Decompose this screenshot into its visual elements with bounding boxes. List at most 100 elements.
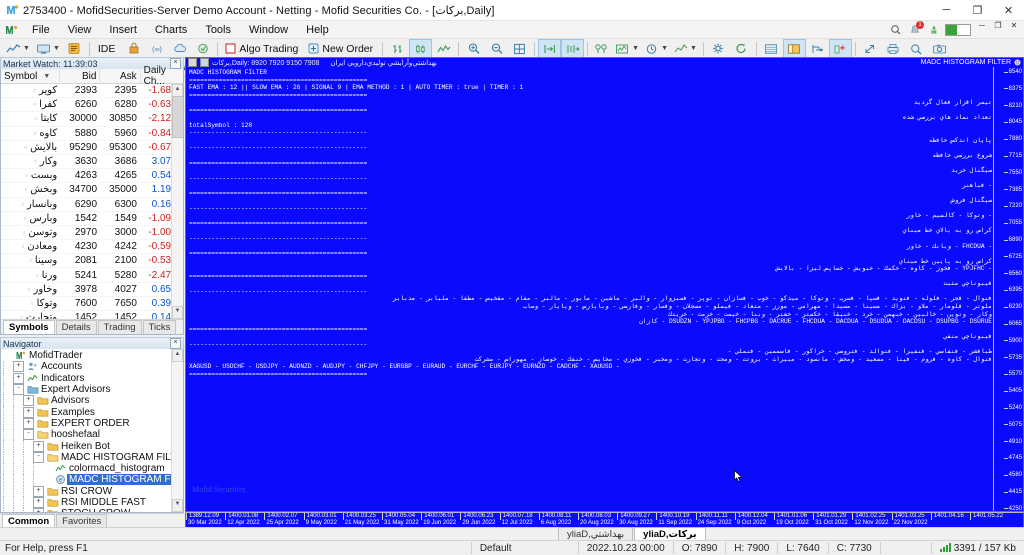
column-header-ask[interactable]: Ask: [100, 69, 141, 83]
tree-node-mofidtrader[interactable]: MofidTrader: [3, 350, 183, 361]
screenshot-button[interactable]: [928, 39, 951, 58]
fullscreen-button[interactable]: [859, 39, 882, 58]
table-row[interactable]: وبارس ▫ 1542 1549 -1.09%: [1, 212, 183, 226]
status-profile[interactable]: Default: [470, 542, 578, 554]
print-preview-button[interactable]: [905, 39, 928, 58]
tab-details[interactable]: Details: [55, 320, 97, 334]
close-button[interactable]: ✕: [993, 0, 1024, 20]
tree-expander-icon[interactable]: +: [33, 440, 44, 452]
table-row[interactable]: وتوسن ▫ 2970 3000 -1.00%: [1, 226, 183, 241]
column-header-symbol[interactable]: Symbol ▼: [1, 69, 61, 83]
objects-list-button[interactable]: ▼: [612, 40, 642, 58]
menu-item-window[interactable]: Window: [240, 23, 297, 37]
menu-item-file[interactable]: File: [23, 23, 59, 37]
table-row[interactable]: كفرا ▫ 6260 6280 -0.63%: [1, 98, 183, 113]
tree-node-advisors[interactable]: + Advisors: [3, 395, 183, 407]
tree-expander-icon[interactable]: +: [23, 406, 34, 418]
tab-common[interactable]: Common: [2, 514, 56, 528]
tree-node-colormacd-histogram[interactable]: colormacd_histogram: [3, 462, 183, 475]
tree-expander-icon[interactable]: -: [13, 384, 24, 396]
menu-item-tools[interactable]: Tools: [196, 23, 240, 37]
tree-expander-icon[interactable]: +: [23, 395, 34, 407]
tree-node-rsi-middle-fast[interactable]: + RSI MIDDLE FAST: [3, 496, 183, 509]
navigator-tree-body[interactable]: MofidTrader + Accounts + Indicators - Expert A…: [0, 349, 184, 513]
menu-item-view[interactable]: View: [59, 23, 101, 37]
bar-chart-button[interactable]: [386, 39, 409, 58]
market-icon[interactable]: [122, 39, 145, 58]
search-icon[interactable]: [888, 22, 904, 37]
table-row[interactable]: وبخش ▫ 34700 35000 1.19%: [1, 183, 183, 198]
level-icon[interactable]: LVL: [926, 22, 942, 37]
scroll-up-icon[interactable]: ▲: [172, 349, 183, 362]
scroll-down-icon[interactable]: ▼: [172, 306, 183, 319]
column-header-daily-change[interactable]: Daily Ch...: [141, 65, 183, 87]
profiles-button[interactable]: ▼: [33, 40, 63, 58]
market-watch-button[interactable]: [63, 39, 86, 58]
chart-tab-behdashti[interactable]: بهداشتي,Daily: [558, 527, 634, 541]
tree-node-examples[interactable]: + Examples: [3, 406, 183, 418]
tree-node-rsi-crow[interactable]: + RSI CROW: [3, 485, 183, 497]
tab-ticks[interactable]: Ticks: [142, 320, 177, 334]
minimize-button[interactable]: ─: [931, 0, 962, 20]
tree-node-heiken-bot[interactable]: + Heiken Bot: [3, 440, 183, 452]
indicators-button[interactable]: [591, 40, 612, 58]
mdi-close-button[interactable]: ✕: [1006, 20, 1022, 32]
menu-item-insert[interactable]: Insert: [100, 23, 146, 37]
table-row[interactable]: كاوه ▫ 5880 5960 -0.84%: [1, 127, 183, 141]
auto-scroll-button[interactable]: [561, 39, 585, 58]
zoom-in-button[interactable]: [462, 39, 485, 58]
tree-node-indicators[interactable]: + Indicators: [3, 372, 183, 384]
price-axis[interactable]: 8540 8375 8210 8045 7880 7715 7550 7385 7220 7055…: [993, 67, 1023, 512]
ide-button[interactable]: IDE: [93, 39, 123, 58]
table-row[interactable]: وكار ▫ 3630 3686 3.07%: [1, 155, 183, 170]
table-row[interactable]: وسينا ▫ 2081 2100 -0.53%: [1, 254, 183, 269]
tree-node-accounts[interactable]: + Accounts: [3, 361, 183, 373]
terminal-button[interactable]: [782, 39, 806, 58]
print-button[interactable]: [882, 39, 905, 58]
navigator-button[interactable]: [806, 39, 829, 58]
signals-icon[interactable]: (∞): [145, 39, 168, 58]
chart-window[interactable]: بركات,Daily: 8920 7920 9150 7908 بهداشتي…: [185, 57, 1024, 512]
tree-expander-icon[interactable]: +: [23, 417, 34, 429]
new-order-button[interactable]: New Order: [304, 40, 379, 57]
chart-tab-barakat[interactable]: بركات,Daily: [634, 527, 706, 541]
market-watch-rows[interactable]: كوير ▫ 2393 2395 -1.68% كفرا ▫ 6260 6280 -0.63% كا…: [1, 84, 183, 319]
scroll-down-icon[interactable]: ▼: [172, 499, 183, 512]
menu-item-help[interactable]: Help: [297, 23, 338, 37]
chart-shift-button[interactable]: [538, 39, 562, 58]
table-row[interactable]: كابتا ▫ 30000 30850 -2.12%: [1, 112, 183, 127]
algo-trading-button[interactable]: Algo Trading: [221, 40, 304, 57]
table-row[interactable]: ومعادن ▫ 4230 4242 -0.59%: [1, 240, 183, 255]
column-header-bid[interactable]: Bid: [60, 69, 101, 83]
gear-icon[interactable]: [707, 39, 730, 58]
line-chart-button[interactable]: [432, 39, 455, 58]
tab-favorites[interactable]: Favorites: [56, 514, 108, 528]
add-expert-button[interactable]: [828, 39, 852, 58]
tree-node-madc-histogram-filter[interactable]: - MADC HISTOGRAM FILTER: [3, 451, 183, 463]
refresh-icon[interactable]: [730, 39, 753, 58]
tree-node-stoch-crow[interactable]: + STOCH CROW: [3, 508, 183, 512]
tree-node-hooshefaal[interactable]: - hooshefaal: [3, 429, 183, 441]
table-row[interactable]: ورنا ▫ 5241 5280 -2.47%: [1, 268, 183, 283]
tree-expander-icon[interactable]: -: [33, 451, 44, 463]
mdi-restore-button[interactable]: ❐: [990, 20, 1006, 32]
tree-node-expert-advisors[interactable]: - Expert Advisors: [3, 383, 183, 396]
navigator-scrollbar[interactable]: ▲ ▼: [171, 349, 183, 512]
tree-node-expert-order[interactable]: + EXPERT ORDER: [3, 417, 183, 430]
tree-expander-icon[interactable]: -: [23, 429, 34, 441]
menu-item-charts[interactable]: Charts: [146, 23, 196, 37]
table-row[interactable]: وخاور ▫ 3978 4027 0.65%: [1, 283, 183, 297]
close-icon[interactable]: ×: [170, 338, 181, 349]
grid-button[interactable]: [508, 39, 531, 58]
maximize-restore-button[interactable]: ❐: [962, 0, 993, 20]
templates-button[interactable]: ▼: [671, 40, 700, 58]
periods-button[interactable]: ▼: [642, 40, 671, 58]
tester-icon[interactable]: [191, 39, 214, 58]
alerts-bell-icon[interactable]: 1: [907, 21, 924, 37]
new-chart-button[interactable]: ▼: [3, 40, 33, 58]
tab-trading[interactable]: Trading: [97, 320, 142, 334]
tree-expander-icon[interactable]: +: [33, 497, 44, 508]
tree-expander-icon[interactable]: +: [13, 372, 24, 384]
candlestick-chart-button[interactable]: [409, 39, 433, 58]
tree-expander-icon[interactable]: +: [13, 361, 24, 373]
